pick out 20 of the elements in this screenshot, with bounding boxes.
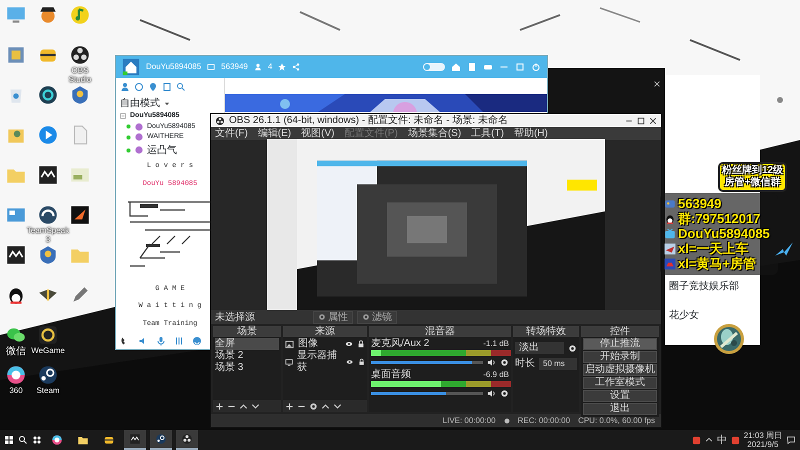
clock-time: 21:03 周日 <box>744 431 782 440</box>
clock-date: 2021/9/5 <box>746 440 780 449</box>
clock[interactable]: 21:03 周日 2021/9/5 <box>744 431 782 449</box>
task-view-icon[interactable] <box>32 435 42 445</box>
folder-icon <box>77 434 89 446</box>
app-tray-icon[interactable] <box>692 436 701 444</box>
search-icon[interactable] <box>18 435 28 445</box>
notification-icon[interactable] <box>786 435 796 445</box>
taskbar-button[interactable] <box>176 430 198 450</box>
caret-up-icon[interactable] <box>704 436 713 444</box>
taskbar-button[interactable] <box>150 430 172 450</box>
ime-indicator[interactable]: 中 <box>716 432 727 448</box>
start-icon[interactable] <box>4 435 14 445</box>
obs-icon <box>181 433 193 445</box>
dark-tile-icon <box>129 433 141 445</box>
color-ring-icon <box>51 434 63 446</box>
app-tray-icon[interactable] <box>730 436 740 444</box>
steam-icon <box>155 433 167 445</box>
bee-icon <box>103 434 115 446</box>
taskbar-button[interactable] <box>124 430 146 450</box>
